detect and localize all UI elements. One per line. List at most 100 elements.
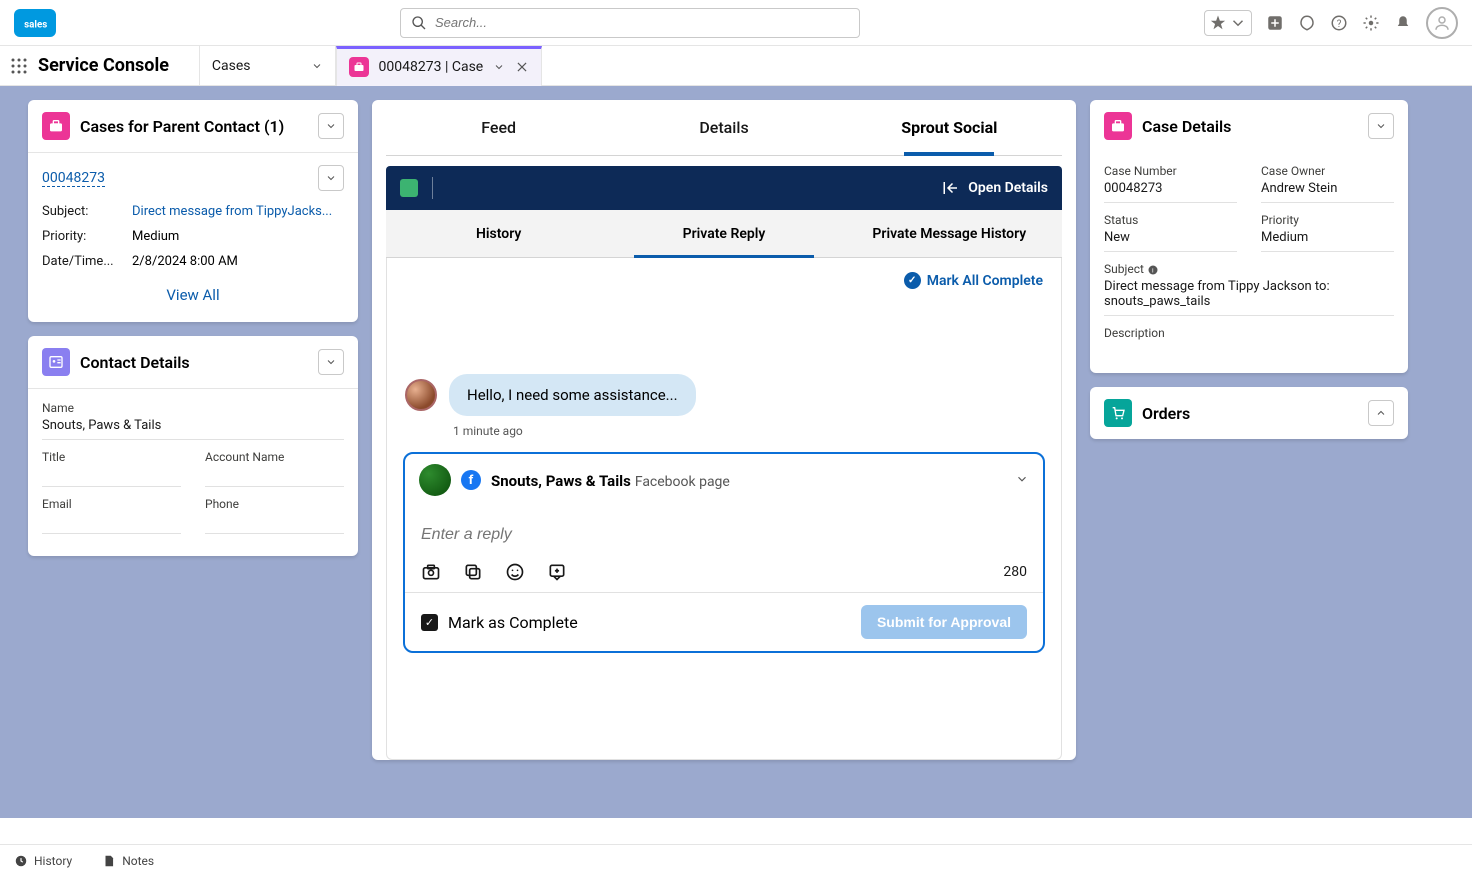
reply-from-name: Snouts, Paws & Tails (491, 472, 631, 490)
phone-value (205, 514, 344, 534)
svg-text:sales: sales (24, 19, 47, 30)
case-details-card: Case Details Case Number 00048273 Case O… (1090, 100, 1408, 373)
name-label: Name (42, 401, 344, 415)
email-value (42, 514, 181, 534)
subtab-private-reply[interactable]: Private Reply (611, 210, 836, 257)
camera-icon[interactable] (421, 562, 441, 582)
case-icon (42, 112, 70, 140)
contact-details-card: Contact Details Name Snouts, Paws & Tail… (28, 336, 358, 556)
datetime-label: Date/Time... (42, 254, 132, 269)
title-value (42, 467, 181, 487)
status-label: Status (1104, 213, 1237, 227)
title-label: Title (42, 450, 181, 464)
case-number-link[interactable]: 00048273 (42, 170, 105, 187)
reply-profile-avatar (419, 464, 451, 496)
workspace-tab-label: 00048273 | Case (379, 59, 484, 75)
open-details-button[interactable]: Open Details (942, 179, 1048, 197)
private-reply-pane: ✓ Mark All Complete Hello, I need some a… (386, 258, 1062, 760)
view-all-link[interactable]: View All (42, 274, 344, 310)
subject-value: Direct message from Tippy Jackson to: sn… (1104, 279, 1394, 316)
sprout-header: Open Details (386, 166, 1062, 210)
submit-approval-button[interactable]: Submit for Approval (861, 605, 1027, 639)
priority-value: Medium (132, 229, 179, 244)
chevron-down-icon[interactable] (493, 61, 505, 73)
reply-text-input[interactable] (421, 526, 1027, 544)
reply-profile-selector[interactable] (1015, 471, 1029, 490)
info-icon[interactable]: i (1147, 264, 1159, 276)
salesforce-logo[interactable]: sales (14, 9, 56, 37)
email-label: Email (42, 497, 181, 511)
reply-composer: f Snouts, Paws & Tails Facebook page (403, 452, 1045, 653)
contact-icon (42, 348, 70, 376)
nav-tab-cases[interactable]: Cases (199, 46, 336, 86)
search-input[interactable] (435, 15, 849, 30)
sprout-logo-icon (400, 179, 418, 197)
global-header: sales ? (0, 0, 1472, 46)
mark-all-complete-button[interactable]: ✓ Mark All Complete (904, 272, 1043, 289)
favorites-list-button[interactable] (1204, 10, 1252, 36)
subtab-history[interactable]: History (386, 210, 611, 257)
utility-bar: History Notes (0, 844, 1472, 876)
utility-notes[interactable]: Notes (102, 854, 154, 868)
mark-complete-checkbox[interactable]: ✓ (421, 614, 438, 631)
incoming-message: Hello, I need some assistance... (395, 374, 1053, 416)
global-search[interactable] (400, 8, 860, 38)
card-menu-button[interactable] (318, 349, 344, 375)
account-label: Account Name (205, 450, 344, 464)
utility-history-label: History (34, 854, 72, 868)
utility-history[interactable]: History (14, 854, 72, 868)
setup-gear-icon[interactable] (1362, 14, 1380, 32)
nav-tab-label: Cases (212, 58, 251, 74)
tab-feed[interactable]: Feed (386, 100, 611, 155)
cases-parent-card: Cases for Parent Contact (1) 00048273 Su… (28, 100, 358, 322)
card-collapse-button[interactable] (1368, 400, 1394, 426)
case-row-menu-button[interactable] (318, 165, 344, 191)
case-icon (349, 57, 369, 77)
svg-text:?: ? (1337, 18, 1342, 29)
close-tab-icon[interactable] (515, 60, 529, 74)
help-icon[interactable]: ? (1330, 14, 1348, 32)
saved-reply-icon[interactable] (547, 562, 567, 582)
case-icon (1104, 112, 1132, 140)
notifications-bell-icon[interactable] (1394, 14, 1412, 32)
user-avatar[interactable] (1426, 7, 1458, 39)
account-value (205, 467, 344, 487)
char-count: 280 (1003, 564, 1027, 580)
chevron-down-icon[interactable] (311, 60, 323, 72)
mark-complete-label: Mark as Complete (448, 613, 578, 632)
card-menu-button[interactable] (318, 113, 344, 139)
chevron-down-icon (325, 356, 337, 368)
mark-all-label: Mark All Complete (927, 273, 1043, 289)
sub-tabs: History Private Reply Private Message Hi… (386, 210, 1062, 258)
card-menu-button[interactable] (1368, 113, 1394, 139)
priority-label: Priority (1261, 213, 1394, 227)
collapse-icon (942, 179, 960, 197)
main-detail-card: Feed Details Sprout Social Open Details … (372, 100, 1076, 760)
emoji-icon[interactable] (505, 562, 525, 582)
status-value: New (1104, 230, 1237, 252)
chevron-down-icon (325, 172, 337, 184)
chevron-down-icon (1015, 472, 1029, 486)
subtab-pm-history[interactable]: Private Message History (837, 210, 1062, 257)
description-label: Description (1104, 326, 1394, 340)
main-tabs: Feed Details Sprout Social (386, 100, 1062, 156)
clock-icon (14, 854, 28, 868)
add-icon[interactable] (1266, 14, 1284, 32)
app-name: Service Console (38, 55, 199, 76)
message-timestamp: 1 minute ago (453, 424, 1053, 438)
chevron-down-icon (1375, 120, 1387, 132)
cases-card-title: Cases for Parent Contact (1) (80, 117, 308, 136)
orders-icon (1104, 399, 1132, 427)
workspace-tab-case[interactable]: 00048273 | Case (336, 46, 543, 86)
copy-icon[interactable] (463, 562, 483, 582)
casenum-label: Case Number (1104, 164, 1237, 178)
owner-value: Andrew Stein (1261, 181, 1394, 203)
trailhead-icon[interactable] (1298, 14, 1316, 32)
chevron-down-icon (325, 120, 337, 132)
tab-sprout-social[interactable]: Sprout Social (837, 100, 1062, 155)
subject-value[interactable]: Direct message from TippyJacks... (132, 204, 332, 219)
tab-details[interactable]: Details (611, 100, 836, 155)
reply-from-sub: Facebook page (635, 474, 730, 490)
app-launcher-icon[interactable] (0, 58, 38, 74)
orders-title: Orders (1142, 404, 1358, 423)
